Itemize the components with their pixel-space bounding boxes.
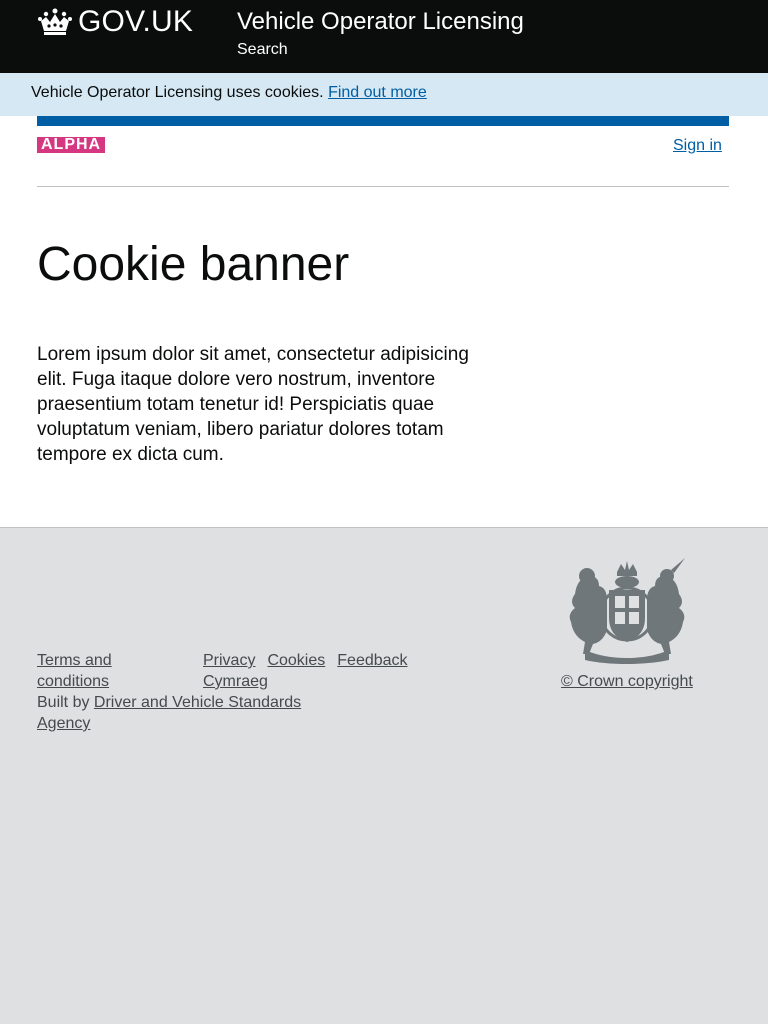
footer-links-right: Privacy Cookies Feedback Cymraeg [203, 650, 420, 692]
logo-text: GOV.UK [78, 5, 194, 38]
footer-terms-link[interactable]: Terms and conditions [37, 652, 112, 690]
nav-search-link[interactable]: Search [237, 41, 288, 59]
body-paragraph: Lorem ipsum dolor sit amet, consectetur … [37, 344, 469, 465]
footer-copyright: © Crown copyright [561, 672, 693, 692]
cookie-banner: Vehicle Operator Licensing uses cookies.… [0, 73, 768, 116]
header-accent-bar [37, 116, 729, 126]
built-by-prefix: Built by [37, 694, 90, 711]
crown-icon [38, 8, 72, 35]
footer-links-left: Terms and conditions [37, 650, 147, 692]
govuk-logo-link[interactable]: GOV.UK [37, 5, 194, 38]
footer-cookies-link[interactable]: Cookies [267, 652, 325, 669]
phase-tag: ALPHA [37, 137, 106, 153]
sign-in-container: Sign in [673, 135, 723, 156]
main-content: ALPHA Sign in Cookie banner Lorem ipsum … [0, 116, 768, 528]
footer-built-by: Built by Driver and Vehicle Standards Ag… [37, 692, 327, 734]
sign-in-link[interactable]: Sign in [673, 137, 722, 154]
cookie-banner-message: Vehicle Operator Licensing uses cookies. [31, 84, 324, 101]
footer-cymraeg-link[interactable]: Cymraeg [203, 673, 268, 690]
phase-divider [37, 186, 729, 187]
site-footer: Terms and conditions Privacy Cookies Feedb… [0, 528, 768, 1024]
service-name-link[interactable]: Vehicle Operator Licensing [237, 8, 524, 36]
crown-copyright-link[interactable]: © Crown copyright [561, 673, 693, 690]
royal-coat-of-arms-icon [569, 558, 685, 664]
footer-privacy-link[interactable]: Privacy [203, 652, 255, 669]
site-header: GOV.UK Vehicle Operator Licensing Search [0, 0, 768, 73]
cookie-find-out-more-link[interactable]: Find out more [328, 84, 427, 101]
page-title: Cookie banner [37, 238, 350, 291]
footer-feedback-link[interactable]: Feedback [337, 652, 407, 669]
